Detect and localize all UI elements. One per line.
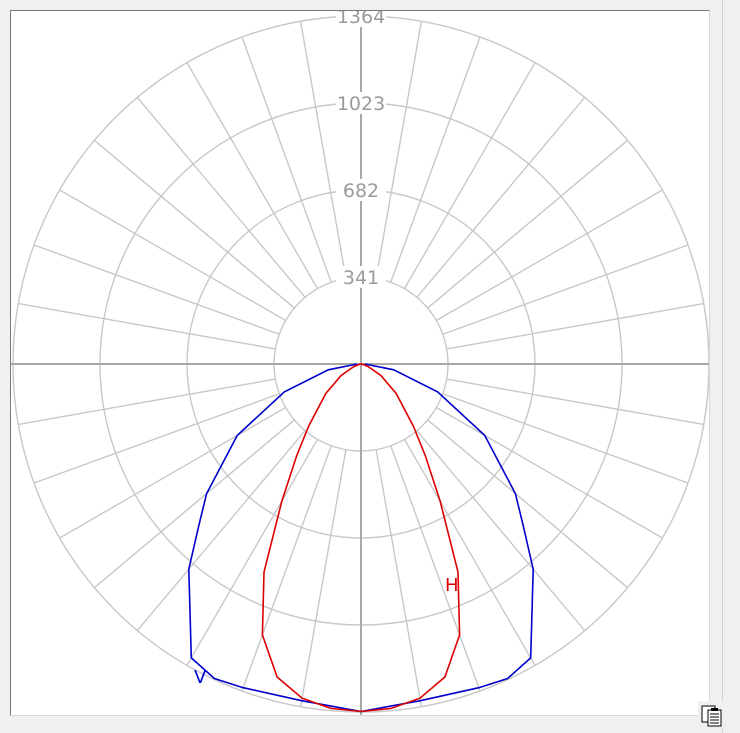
grid-spoke	[390, 36, 481, 283]
grid-spoke	[59, 189, 287, 322]
radial-tick-label: 682	[343, 180, 379, 202]
grid-spoke	[33, 244, 280, 335]
grid-spoke	[18, 302, 276, 350]
grid-spoke	[299, 449, 347, 707]
grid-spoke	[403, 62, 536, 290]
grid-spoke	[186, 438, 319, 666]
grid-spoke	[375, 449, 423, 707]
grid-spoke	[446, 378, 704, 426]
radial-tick-label: 1364	[337, 11, 385, 28]
export-button[interactable]	[698, 701, 726, 729]
grid-spoke	[435, 406, 663, 539]
grid-spoke	[186, 62, 319, 290]
polar-diagram-window: 341 682 1023 1364 V H	[0, 0, 740, 733]
grid-spoke	[375, 21, 423, 279]
grid-spoke	[241, 445, 332, 692]
grid-spoke	[403, 438, 536, 666]
series-label-h: H	[445, 575, 459, 596]
clipboard-list-icon	[701, 705, 722, 727]
polar-chart: 341 682 1023 1364 V H	[10, 5, 712, 715]
grid-spoke	[442, 393, 689, 484]
chart-panel: 341 682 1023 1364 V H	[10, 5, 712, 716]
grid-spoke	[33, 393, 280, 484]
radial-tick-label: 341	[343, 267, 379, 289]
grid-spoke	[299, 21, 347, 279]
grid-spoke	[59, 406, 287, 539]
right-scrollbar-strip	[722, 0, 740, 733]
grid-spoke	[442, 244, 689, 335]
series-label-v: V	[194, 667, 207, 688]
grid-spoke	[18, 378, 276, 426]
grid-spoke	[390, 445, 481, 692]
grid-spoke	[446, 302, 704, 350]
grid-spoke	[241, 36, 332, 283]
radial-tick-label: 1023	[337, 93, 385, 115]
grid-spoke	[435, 189, 663, 322]
